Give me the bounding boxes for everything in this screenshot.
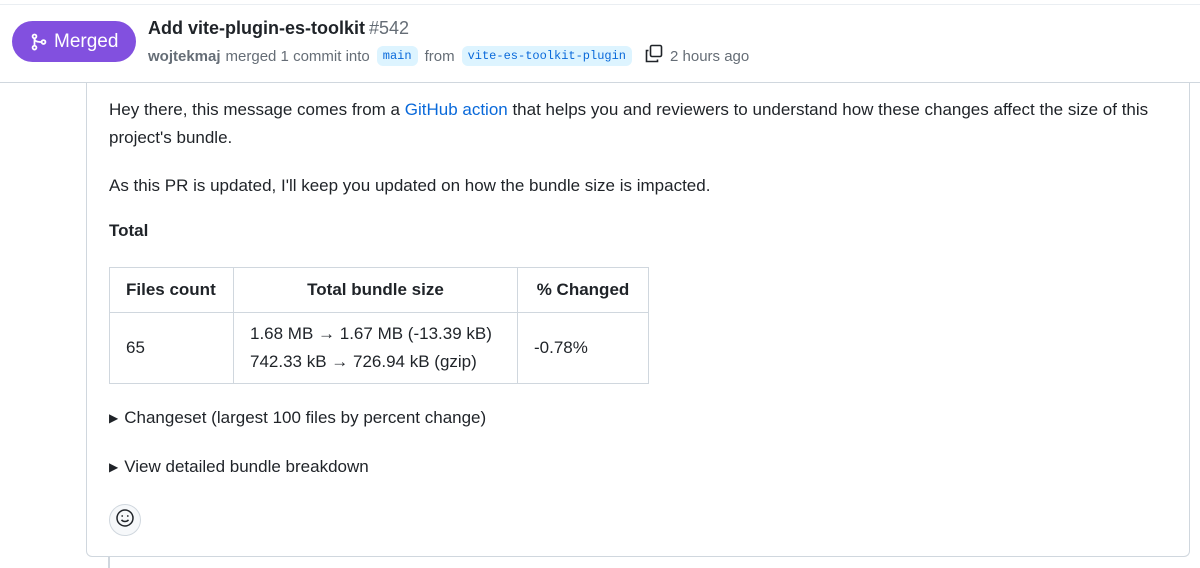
pr-header: Merged Add vite-plugin-es-toolkit #542 wo… xyxy=(0,0,1200,83)
bundle-breakdown-details-toggle[interactable]: ▶ View detailed bundle breakdown xyxy=(109,457,369,477)
divider xyxy=(0,4,1200,5)
changeset-details-toggle[interactable]: ▶ Changeset (largest 100 files by percen… xyxy=(109,408,486,428)
pull-request-page: Merged Add vite-plugin-es-toolkit #542 wo… xyxy=(0,0,1200,568)
add-reaction-button[interactable] xyxy=(109,504,141,536)
head-branch[interactable]: vite-es-toolkit-plugin xyxy=(461,46,633,66)
header-total-bundle-size: Total bundle size xyxy=(233,267,518,313)
total-heading: Total xyxy=(109,221,149,240)
bundle-size-table: Files count Total bundle size % Changed … xyxy=(109,267,649,384)
state-label: Merged xyxy=(54,30,119,52)
merge-time[interactable]: 2 hours ago xyxy=(670,48,749,65)
author-link[interactable]: wojtekmaj xyxy=(148,48,221,65)
cell-percent-changed: -0.78% xyxy=(517,312,649,384)
cell-files-count: 65 xyxy=(109,312,234,384)
table-header-row: Files count Total bundle size % Changed xyxy=(109,267,649,313)
copy-icon xyxy=(644,44,664,68)
pr-title: Add vite-plugin-es-toolkit #542 xyxy=(148,18,409,39)
table-row: 65 1.68 MB → 1.67 MB (-13.39 kB) 742.33 … xyxy=(109,312,649,384)
github-action-link[interactable]: GitHub action xyxy=(405,100,508,119)
triangle-right-icon: ▶ xyxy=(109,411,119,425)
cell-total-bundle-size: 1.68 MB → 1.67 MB (-13.39 kB) 742.33 kB … xyxy=(233,312,518,384)
pr-title-text: Add vite-plugin-es-toolkit xyxy=(148,18,365,38)
update-note: As this PR is updated, I'll keep you upd… xyxy=(109,176,711,195)
changeset-summary: Changeset (largest 100 files by percent … xyxy=(124,408,487,427)
merged-text: merged 1 commit into xyxy=(225,47,370,65)
copy-branch-button[interactable] xyxy=(643,44,665,68)
merged-state-badge: Merged xyxy=(12,21,136,62)
comment-body: Hey there, this message comes from a Git… xyxy=(86,83,1190,557)
intro-paragraph: Hey there, this message comes from a Git… xyxy=(109,96,1179,152)
git-merge-icon xyxy=(30,33,48,51)
base-branch[interactable]: main xyxy=(376,46,418,66)
pr-meta: wojtekmaj merged 1 commit into main from… xyxy=(148,44,749,68)
bundle-size-raw: 1.68 MB → 1.67 MB (-13.39 kB) xyxy=(250,324,492,343)
intro-text-start: Hey there, this message comes from a xyxy=(109,100,405,119)
timeline-connector xyxy=(108,557,110,568)
bundle-breakdown-summary: View detailed bundle breakdown xyxy=(124,457,369,476)
from-text: from xyxy=(424,47,455,65)
pr-number: #542 xyxy=(368,18,410,38)
header-files-count: Files count xyxy=(109,267,234,313)
triangle-right-icon: ▶ xyxy=(109,460,119,474)
bundle-size-gzip: 742.33 kB → 726.94 kB (gzip) xyxy=(250,352,477,371)
smiley-icon xyxy=(115,508,135,533)
header-percent-changed: % Changed xyxy=(517,267,649,313)
